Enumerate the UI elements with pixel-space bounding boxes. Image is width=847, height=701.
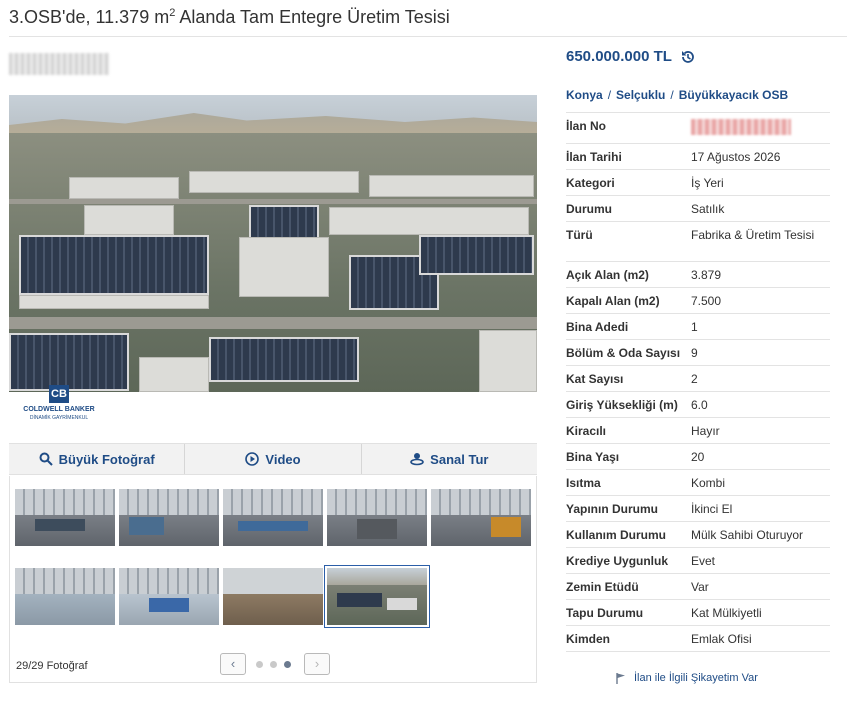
photo-counter: 29/29 Fotoğraf (16, 660, 88, 672)
large-photo-button[interactable]: Büyük Fotoğraf (9, 444, 186, 474)
page-dot[interactable] (270, 661, 277, 668)
virtual-tour-icon (410, 453, 424, 466)
detail-row: Durumu Satılık (566, 196, 830, 222)
detail-row: Açık Alan (m2) 3.879 (566, 262, 830, 288)
breadcrumb: Konya / Selçuklu / Büyükkayacık OSB (566, 88, 789, 102)
next-page-button[interactable]: › (304, 653, 330, 675)
coldwell-banker-logo: CB COLDWELL BANKER DİNAMİK GAYRİMENKUL (19, 385, 99, 427)
main-photo[interactable] (9, 95, 537, 392)
details-table: İlan No İlan Tarihi 17 Ağustos 2026 Kateg… (566, 112, 830, 652)
detail-row: Kimden Emlak Ofisi (566, 626, 830, 652)
detail-row: Kiracılı Hayır (566, 418, 830, 444)
breadcrumb-neighborhood[interactable]: Büyükkayacık OSB (679, 88, 788, 102)
listing-info-panel: 650.000.000 TL Konya / Selçuklu / Büyükkayac… (566, 45, 830, 695)
complaint-link[interactable]: İlan ile İlgili Şikayetim Var (616, 672, 758, 684)
previous-page-button[interactable]: ‹ (220, 653, 246, 675)
title-divider (9, 36, 847, 37)
detail-row: Tapu Durumu Kat Mülkiyetli (566, 600, 830, 626)
page-title: 3.OSB'de, 11.379 m2 Alanda Tam Entegre Ü… (9, 7, 450, 27)
detail-row-ilan-no: İlan No (566, 113, 830, 144)
thumbnail[interactable] (223, 568, 323, 625)
detail-row: Bina Adedi 1 (566, 314, 830, 340)
play-circle-icon (245, 452, 260, 466)
breadcrumb-city[interactable]: Konya (566, 88, 603, 102)
price: 650.000.000 TL (566, 48, 696, 65)
thumbnail[interactable] (15, 489, 115, 546)
search-icon (39, 452, 53, 466)
price-history-icon[interactable] (680, 49, 696, 65)
detail-row: Giriş Yüksekliği (m) 6.0 (566, 392, 830, 418)
detail-row: Türü Fabrika & Üretim Tesisi (566, 222, 830, 262)
detail-row: Kategori İş Yeri (566, 170, 830, 196)
thumbnail[interactable] (431, 489, 531, 546)
breadcrumb-district[interactable]: Selçuklu (616, 88, 665, 102)
thumbnail-pager: ‹ › (220, 653, 330, 675)
detail-row: Kullanım Durumu Mülk Sahibi Oturuyor (566, 522, 830, 548)
detail-row: Isıtma Kombi (566, 470, 830, 496)
detail-row: İlan Tarihi 17 Ağustos 2026 (566, 144, 830, 170)
detail-row: Bölüm & Oda Sayısı 9 (566, 340, 830, 366)
page-dot[interactable] (256, 661, 263, 668)
media-toolbar: Büyük Fotoğraf Video Sanal Tur (9, 443, 537, 475)
thumbnail-strip: 29/29 Fotoğraf ‹ › (9, 476, 537, 683)
blurred-store-logo (9, 53, 109, 75)
detail-row: Kapalı Alan (m2) 7.500 (566, 288, 830, 314)
page-dot-active[interactable] (284, 661, 291, 668)
flag-icon (616, 672, 625, 684)
gallery-panel: CB COLDWELL BANKER DİNAMİK GAYRİMENKUL B… (9, 45, 537, 683)
thumbnail[interactable] (119, 489, 219, 546)
detail-row: Bina Yaşı 20 (566, 444, 830, 470)
detail-row: Krediye Uygunluk Evet (566, 548, 830, 574)
thumbnail[interactable] (327, 489, 427, 546)
video-button[interactable]: Video (185, 444, 362, 474)
detail-row: Zemin Etüdü Var (566, 574, 830, 600)
virtual-tour-button[interactable]: Sanal Tur (362, 444, 537, 474)
thumbnail[interactable] (15, 568, 115, 625)
thumbnail[interactable] (119, 568, 219, 625)
thumbnail[interactable] (223, 489, 323, 546)
detail-row: Yapının Durumu İkinci El (566, 496, 830, 522)
blurred-listing-number (691, 119, 791, 135)
detail-row: Kat Sayısı 2 (566, 366, 830, 392)
thumbnail-selected[interactable] (324, 565, 430, 628)
